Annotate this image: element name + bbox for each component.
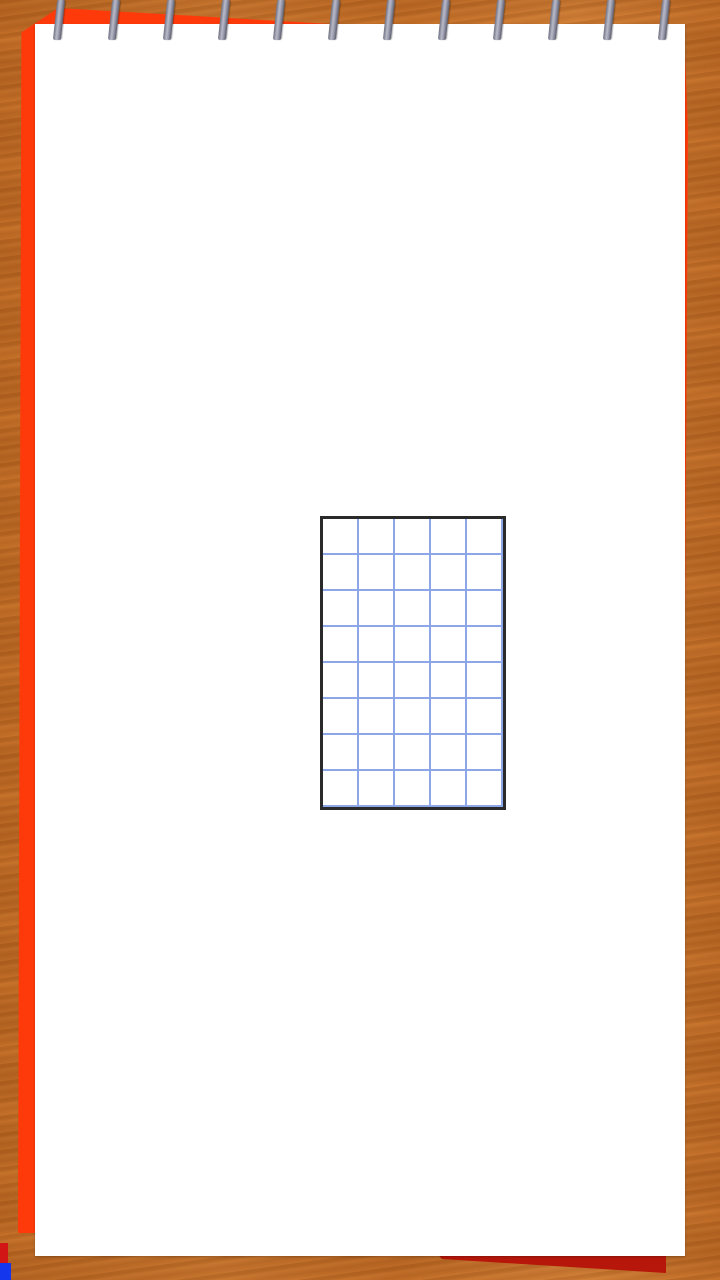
game-board-grid[interactable] xyxy=(320,516,506,810)
corner-marker-red xyxy=(0,1243,8,1263)
notebook-page xyxy=(35,24,685,1256)
corner-marker-blue xyxy=(0,1263,11,1280)
